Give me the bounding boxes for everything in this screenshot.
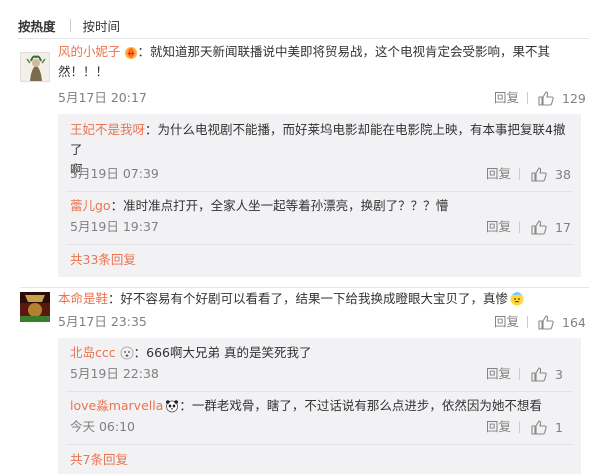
comment-time: 5月17日 23:35: [58, 314, 147, 329]
comment-body-line: 然！！！: [58, 64, 109, 79]
reply-time: 5月19日 07:39: [70, 166, 159, 181]
like-button[interactable]: 17: [531, 217, 571, 237]
comment-body: ：好不容易有个好剧可以看看了，结果一下给我换成瞪眼大宝贝了，真惨: [108, 291, 509, 306]
comment-username[interactable]: 本命是鞋: [58, 291, 108, 306]
reply-button[interactable]: 回复: [494, 312, 519, 332]
like-count: 38: [555, 166, 571, 182]
reply-username[interactable]: 蕾儿go: [70, 198, 111, 213]
header-divider: [18, 38, 589, 39]
sort-by-hot-tab[interactable]: 按热度: [18, 16, 56, 35]
reply-time: 5月19日 22:38: [70, 366, 159, 381]
reply-button[interactable]: 回复: [486, 364, 511, 384]
reply-username[interactable]: love淼marvella: [70, 398, 163, 413]
action-divider: [519, 168, 520, 180]
comment-text: 本命是鞋：好不容易有个好剧可以看看了，结果一下给我换成瞪眼大宝贝了，真惨: [58, 289, 578, 309]
sweat-emoji-icon: [510, 292, 524, 306]
like-button[interactable]: 3: [531, 364, 563, 384]
sort-divider: [69, 18, 71, 32]
avatar[interactable]: [20, 52, 50, 82]
thumbs-up-icon: [538, 90, 554, 106]
like-button[interactable]: 38: [531, 164, 571, 184]
reply-divider: [66, 244, 573, 245]
reply-time: 5月19日 19:37: [70, 219, 159, 234]
reply-button[interactable]: 回复: [494, 88, 519, 108]
comment-text: 风的小妮子 ：就知道那天新闻联播说中美即将贸易战，这个电视肯定会受影响，果不其 然…: [58, 42, 578, 82]
thumbs-up-icon: [531, 366, 547, 382]
reply-text: 蕾儿go：准时准点打开，全家人坐一起等着孙漂亮，换剧了？？？懵: [70, 196, 575, 216]
view-more-replies-link[interactable]: 共7条回复: [70, 450, 128, 470]
action-divider: [519, 221, 520, 233]
thumbs-up-icon: [531, 419, 547, 435]
comment-body-line: ：就知道那天新闻联播说中美即将贸易战，这个电视肯定会受影响，果不其: [137, 44, 551, 59]
panda-emoji-icon: [166, 400, 179, 413]
reply-username[interactable]: 北岛ccc: [70, 345, 116, 360]
like-count: 129: [562, 90, 586, 106]
like-button[interactable]: 164: [538, 312, 586, 332]
reply-text: love淼marvella ：一群老戏骨，瞎了，不过话说有那么点进步，依然因为她不…: [70, 396, 575, 416]
reply-time: 今天 06:10: [70, 419, 135, 434]
comment-time: 5月17日 20:17: [58, 90, 147, 105]
action-divider: [519, 421, 520, 433]
like-button[interactable]: 129: [538, 88, 586, 108]
sort-by-time-tab[interactable]: 按时间: [83, 16, 121, 35]
view-more-replies-link[interactable]: 共33条回复: [70, 250, 136, 270]
sort-bar: 按热度 按时间: [18, 15, 120, 35]
reply-body: ：666啊大兄弟 真的是笑死我了: [133, 345, 312, 360]
fire-emoji-icon: [124, 47, 137, 59]
thumbs-up-icon: [531, 166, 547, 182]
reply-button[interactable]: 回复: [486, 217, 511, 237]
reply-divider: [66, 191, 573, 192]
like-count: 1: [555, 419, 563, 435]
reply-divider: [66, 444, 573, 445]
action-divider: [527, 316, 528, 328]
comment-divider: [20, 287, 589, 288]
reply-divider: [66, 391, 573, 392]
reply-body-line: ：为什么电视剧不能播，而好莱坞电影却能在电影院上映，有本事把复联4撤了: [70, 122, 566, 157]
reply-text: 北岛ccc ：666啊大兄弟 真的是笑死我了: [70, 343, 575, 363]
action-divider: [527, 92, 528, 104]
like-count: 17: [555, 219, 571, 235]
like-count: 164: [562, 314, 586, 330]
reply-button[interactable]: 回复: [486, 417, 511, 437]
like-button[interactable]: 1: [531, 417, 563, 437]
comment-username[interactable]: 风的小妮子: [58, 44, 121, 59]
thumbs-up-icon: [538, 314, 554, 330]
like-count: 3: [555, 366, 563, 382]
shocked-emoji-icon: [120, 346, 134, 360]
reply-username[interactable]: 王妃不是我呀: [70, 122, 145, 137]
action-divider: [519, 368, 520, 380]
avatar[interactable]: [20, 292, 50, 322]
reply-body: ：一群老戏骨，瞎了，不过话说有那么点进步，依然因为她不想看: [179, 398, 542, 413]
reply-body: ：准时准点打开，全家人坐一起等着孙漂亮，换剧了？？？懵: [110, 198, 449, 213]
reply-button[interactable]: 回复: [486, 164, 511, 184]
thumbs-up-icon: [531, 219, 547, 235]
